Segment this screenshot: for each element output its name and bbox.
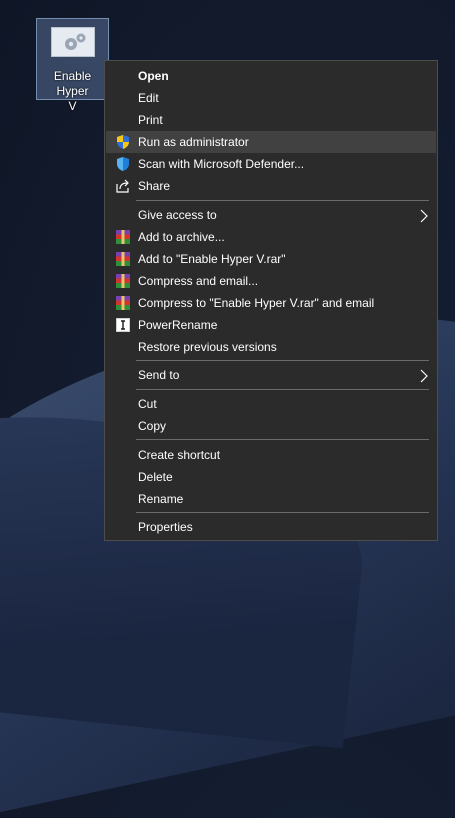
menu-item-run-as-administrator[interactable]: Run as administrator	[106, 131, 436, 153]
menu-item-label: Scan with Microsoft Defender...	[138, 157, 305, 171]
menu-item-label: Compress to "Enable Hyper V.rar" and ema…	[138, 296, 375, 310]
context-menu: Open Edit Print Run as administrator Sca…	[104, 60, 438, 541]
menu-separator	[136, 200, 429, 201]
menu-item-label: Edit	[138, 91, 159, 105]
menu-item-label: Add to "Enable Hyper V.rar"	[138, 252, 286, 266]
menu-item-label: Give access to	[138, 208, 217, 222]
menu-item-label: Rename	[138, 492, 184, 506]
menu-item-label: Run as administrator	[138, 135, 249, 149]
menu-item-label: Delete	[138, 470, 173, 484]
menu-item-label: Cut	[138, 397, 157, 411]
menu-item-scan-defender[interactable]: Scan with Microsoft Defender...	[106, 153, 436, 175]
winrar-icon	[115, 295, 131, 311]
menu-item-label: Create shortcut	[138, 448, 221, 462]
chevron-right-icon	[420, 368, 428, 383]
menu-item-open[interactable]: Open	[106, 65, 436, 87]
menu-item-compress-and-email[interactable]: Compress and email...	[106, 270, 436, 292]
menu-item-print[interactable]: Print	[106, 109, 436, 131]
winrar-icon	[115, 251, 131, 267]
menu-separator	[136, 360, 429, 361]
menu-item-cut[interactable]: Cut	[106, 393, 436, 415]
menu-item-powerrename[interactable]: PowerRename	[106, 314, 436, 336]
menu-item-give-access-to[interactable]: Give access to	[106, 204, 436, 226]
menu-item-edit[interactable]: Edit	[106, 87, 436, 109]
desktop-icon-label: Enable Hyper V	[53, 69, 92, 113]
menu-separator	[136, 512, 429, 513]
menu-item-label: Compress and email...	[138, 274, 259, 288]
menu-item-label: Restore previous versions	[138, 340, 277, 354]
settings-file-icon	[51, 27, 95, 57]
menu-separator	[136, 439, 429, 440]
menu-item-add-to-archive[interactable]: Add to archive...	[106, 226, 436, 248]
menu-item-compress-to-rar-and-email[interactable]: Compress to "Enable Hyper V.rar" and ema…	[106, 292, 436, 314]
menu-item-label: PowerRename	[138, 318, 218, 332]
uac-shield-icon	[115, 134, 131, 150]
menu-item-label: Print	[138, 113, 163, 127]
menu-item-label: Properties	[138, 520, 193, 534]
defender-shield-icon	[115, 156, 131, 172]
menu-item-label: Share	[138, 179, 171, 193]
menu-item-create-shortcut[interactable]: Create shortcut	[106, 444, 436, 466]
menu-item-send-to[interactable]: Send to	[106, 364, 436, 386]
menu-item-label: Open	[138, 69, 169, 83]
menu-item-label: Copy	[138, 419, 167, 433]
menu-item-label: Send to	[138, 368, 180, 382]
menu-item-delete[interactable]: Delete	[106, 466, 436, 488]
menu-item-add-to-rar[interactable]: Add to "Enable Hyper V.rar"	[106, 248, 436, 270]
menu-item-share[interactable]: Share	[106, 175, 436, 197]
winrar-icon	[115, 273, 131, 289]
menu-item-restore-previous-versions[interactable]: Restore previous versions	[106, 336, 436, 358]
desktop-icon-enable-hyper-v[interactable]: Enable Hyper V	[36, 18, 109, 113]
powerrename-icon	[115, 317, 131, 333]
share-icon	[115, 178, 131, 194]
menu-separator	[136, 389, 429, 390]
menu-item-rename[interactable]: Rename	[106, 488, 436, 510]
menu-item-label: Add to archive...	[138, 230, 225, 244]
chevron-right-icon	[420, 208, 428, 223]
menu-item-copy[interactable]: Copy	[106, 415, 436, 437]
menu-item-properties[interactable]: Properties	[106, 516, 436, 538]
winrar-icon	[115, 229, 131, 245]
